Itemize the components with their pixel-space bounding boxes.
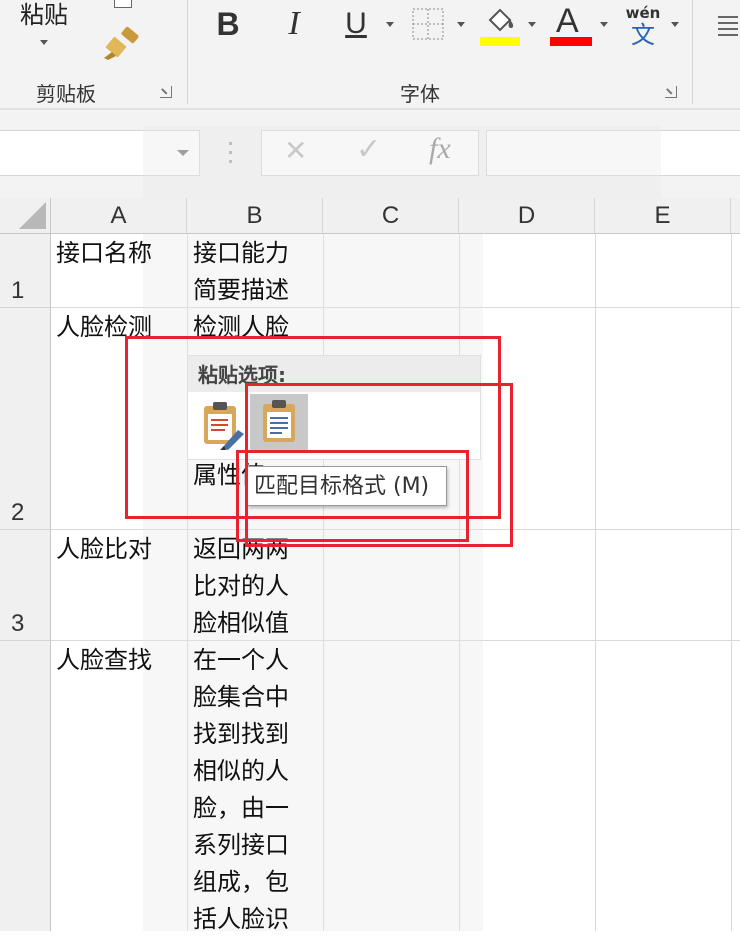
cell-b1[interactable]: 接口能力 简要描述 xyxy=(193,235,289,309)
cell-line: 组成，包 xyxy=(193,868,289,896)
cell-line: 简要描述 xyxy=(193,276,289,304)
ghost-overlay xyxy=(143,126,661,198)
font-group-label: 字体 xyxy=(400,82,440,106)
cell-line: 脸相似值 xyxy=(193,609,289,637)
column-header-c[interactable]: C xyxy=(323,198,459,234)
italic-label: I xyxy=(288,5,300,42)
copy-icon[interactable] xyxy=(114,0,132,8)
highlight-box xyxy=(236,450,469,542)
font-color-dropdown-icon[interactable] xyxy=(600,22,608,27)
phonetic-guide-button[interactable]: wén 文 xyxy=(622,4,664,48)
cell-line: 脸集合中 xyxy=(193,683,289,711)
paste-label: 粘贴 xyxy=(20,1,68,29)
font-color-swatch xyxy=(550,37,592,46)
cell-line: 脸，由一 xyxy=(193,794,289,822)
cell-a4[interactable]: 人脸查找 xyxy=(56,642,152,679)
fill-color-dropdown-icon[interactable] xyxy=(528,22,536,27)
grid-line xyxy=(731,234,732,931)
cell-line: 相似的人 xyxy=(193,757,289,785)
row-header-2[interactable]: 2 xyxy=(0,308,51,530)
font-color-button[interactable]: A xyxy=(550,2,592,46)
cell-line: 接口能力 xyxy=(193,239,289,267)
fill-bucket-icon xyxy=(488,8,514,32)
underline-dropdown-icon[interactable] xyxy=(386,22,394,27)
fill-color-button[interactable] xyxy=(480,4,522,46)
cell-line: 比对的人 xyxy=(193,572,289,600)
row-header-4[interactable] xyxy=(0,641,51,931)
format-painter-icon xyxy=(104,26,139,60)
cell-line: 括人脸识 xyxy=(193,905,289,933)
clipboard-dialog-launcher[interactable] xyxy=(160,86,172,98)
phonetic-char: 文 xyxy=(631,21,655,49)
cell-b3[interactable]: 返回两两 比对的人 脸相似值 xyxy=(193,531,289,642)
bold-button[interactable]: B xyxy=(210,4,246,44)
phonetic-dropdown-icon[interactable] xyxy=(671,22,679,27)
select-all-corner[interactable] xyxy=(0,198,51,234)
borders-dropdown-icon[interactable] xyxy=(457,22,465,27)
font-dialog-launcher[interactable] xyxy=(665,86,677,98)
borders-button[interactable] xyxy=(412,8,444,40)
paste-dropdown-icon xyxy=(40,40,48,45)
column-header-a[interactable]: A xyxy=(51,198,187,234)
phonetic-pinyin: wén xyxy=(625,4,661,22)
grid-line xyxy=(595,234,596,931)
cell-a3[interactable]: 人脸比对 xyxy=(56,531,152,568)
cell-b4[interactable]: 在一个人 脸集合中 找到找到 相似的人 脸，由一 系列接口 组成，包 括人脸识 xyxy=(193,642,289,938)
underline-button[interactable]: U xyxy=(338,4,374,44)
borders-icon xyxy=(412,8,444,40)
column-header-f[interactable] xyxy=(731,198,740,234)
paste-button[interactable]: 粘贴 xyxy=(6,0,82,60)
column-header-b[interactable]: B xyxy=(187,198,323,234)
column-header-d[interactable]: D xyxy=(459,198,595,234)
align-icon[interactable] xyxy=(716,14,738,36)
cell-line: 系列接口 xyxy=(193,831,289,859)
row-header-3[interactable]: 3 xyxy=(0,530,51,641)
cell-a1[interactable]: 接口名称 xyxy=(56,235,152,272)
underline-label: U xyxy=(345,7,367,40)
italic-button[interactable]: I xyxy=(276,4,312,44)
column-header-e[interactable]: E xyxy=(595,198,731,234)
cell-line: 在一个人 xyxy=(193,646,289,674)
group-separator xyxy=(187,0,188,104)
cell-line: 找到找到 xyxy=(193,720,289,748)
format-painter-button[interactable] xyxy=(100,26,142,62)
fill-color-swatch xyxy=(480,37,520,46)
clipboard-group-label: 剪贴板 xyxy=(36,82,96,106)
font-color-label: A xyxy=(556,2,579,40)
row-header-1[interactable]: 1 xyxy=(0,234,51,308)
bold-label: B xyxy=(216,5,240,42)
group-separator xyxy=(692,0,693,104)
